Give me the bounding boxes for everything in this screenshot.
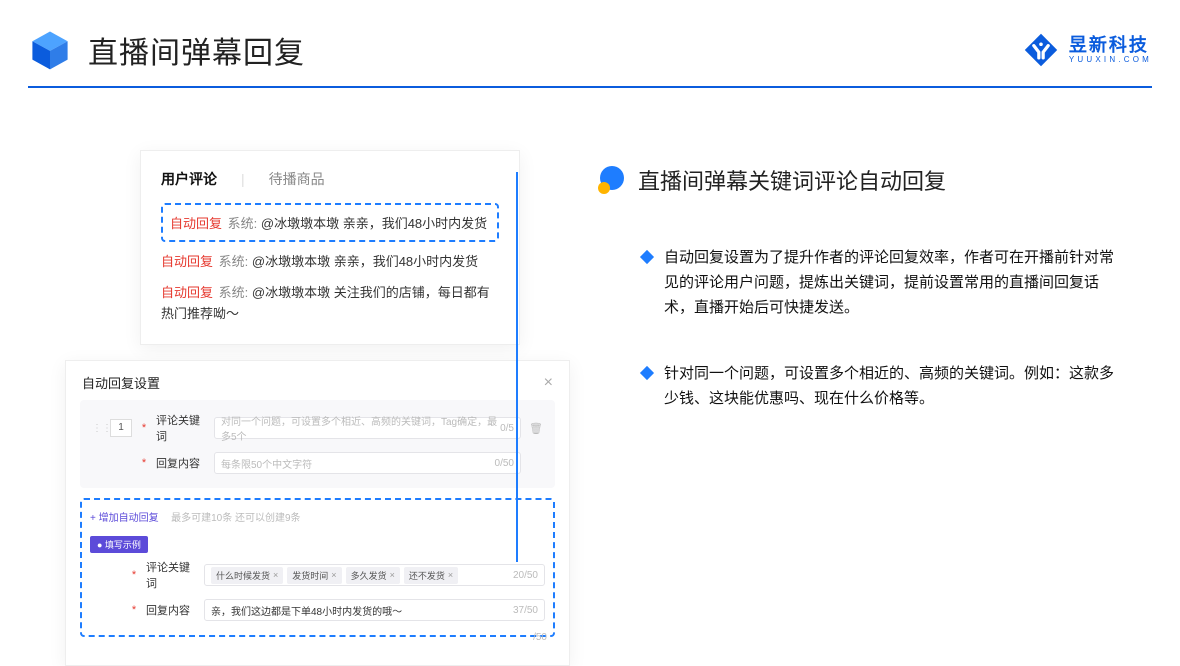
settings-title: 自动回复设置 [82,373,160,392]
add-auto-reply-link[interactable]: + 增加自动回复 [90,513,159,524]
cube-icon [28,28,72,72]
row-number: 1 [110,419,132,437]
content-counter: 0/50 [495,458,514,469]
example-box: + 增加自动回复 最多可建10条 还可以创建9条 ● 填写示例 * 评论关键词 … [80,498,555,637]
brand-name-cn: 昱新科技 [1069,36,1152,56]
auto-reply-tag: 自动回复 [170,216,222,231]
close-icon[interactable]: × [544,374,553,392]
add-hint: 最多可建10条 还可以创建9条 [171,513,300,524]
example-content-row: * 回复内容 亲，我们这边都是下单48小时内发货的哦～ 37/50 [90,599,545,621]
tab-user-comments[interactable]: 用户评论 [161,169,217,189]
example-content-counter: 37/50 [513,605,538,616]
connector-line-v [516,172,518,562]
keyword-input[interactable]: 对同一个问题，可设置多个相近、高频的关键词，Tag确定，最多5个 0/5 [214,417,521,439]
example-kw-counter: 20/50 [513,570,538,581]
reply-user: @冰墩墩本墩 [252,285,330,300]
bullet-2: 针对同一个问题，可设置多个相近的、高频的关键词。例如：这款多少钱、这块能优惠吗、… [598,362,1148,412]
auto-reply-tag: 自动回复 [161,254,213,269]
keyword-placeholder: 对同一个问题，可设置多个相近、高频的关键词，Tag确定，最多5个 [221,413,500,443]
example-content-input[interactable]: 亲，我们这边都是下单48小时内发货的哦～ 37/50 [204,599,545,621]
reply-msg: 亲亲，我们48小时内发货 [339,216,487,231]
brand-text: 昱新科技 YUUXIN.COM [1069,36,1152,65]
bullet-dot-icon [598,166,626,194]
tag-chip[interactable]: 还不发货× [404,567,458,584]
comments-panel: 用户评论 | 待播商品 自动回复 系统: @冰墩墩本墩 亲亲，我们48小时内发货… [140,150,520,345]
example-keyword-input[interactable]: 什么时候发货×发货时间× 多久发货×还不发货× 20/50 [204,564,545,586]
outside-counter: /50 [533,632,547,643]
settings-header: 自动回复设置 × [80,371,555,400]
highlighted-reply: 自动回复 系统: @冰墩墩本墩 亲亲，我们48小时内发货 [161,203,499,242]
required-star: * [140,422,148,434]
keyword-row: ⋮⋮ 1 * 评论关键词 对同一个问题，可设置多个相近、高频的关键词，Tag确定… [92,412,543,444]
settings-panel: 自动回复设置 × ⋮⋮ 1 * 评论关键词 对同一个问题，可设置多个相近、高频的… [65,360,570,666]
right-title: 直播间弹幕关键词评论自动回复 [638,164,946,196]
brand-name-en: YUUXIN.COM [1069,56,1152,65]
auto-reply-tag: 自动回复 [161,285,213,300]
reply-line-2: 自动回复 系统: @冰墩墩本墩 亲亲，我们48小时内发货 [161,252,499,273]
example-badge: ● 填写示例 [90,536,148,553]
content-label: 回复内容 [156,455,206,471]
reply-user: @冰墩墩本墩 [252,254,330,269]
system-tag: 系统: [219,254,249,269]
system-tag: 系统: [228,216,258,231]
brand-logo: 昱新科技 YUUXIN.COM [1023,32,1152,68]
right-heading: 直播间弹幕关键词评论自动回复 [598,164,1148,196]
bullet-2-text: 针对同一个问题，可设置多个相近的、高频的关键词。例如：这款多少钱、这块能优惠吗、… [664,362,1124,412]
example-content-text: 亲，我们这边都是下单48小时内发货的哦～ [211,603,402,618]
tag-chip[interactable]: 多久发货× [346,567,400,584]
content-row: * 回复内容 每条限50个中文字符 0/50 [92,452,543,474]
drag-handle-icon[interactable]: ⋮⋮ [92,423,102,434]
tag-chip[interactable]: 什么时候发货× [211,567,283,584]
header-divider [28,86,1152,88]
tag-chip[interactable]: 发货时间× [287,567,341,584]
header-left: 直播间弹幕回复 [28,28,305,72]
diamond-icon [640,250,654,264]
brand-icon [1023,32,1059,68]
left-illustration: 用户评论 | 待播商品 自动回复 系统: @冰墩墩本墩 亲亲，我们48小时内发货… [50,140,580,650]
example-keyword-row: * 评论关键词 什么时候发货×发货时间× 多久发货×还不发货× 20/50 [90,559,545,591]
bullet-1-text: 自动回复设置为了提升作者的评论回复效率，作者可在开播前针对常见的评论用户问题，提… [664,246,1124,320]
bullet-1: 自动回复设置为了提升作者的评论回复效率，作者可在开播前针对常见的评论用户问题，提… [598,246,1148,320]
trash-icon[interactable]: 🗑 [529,422,543,435]
required-star: * [130,569,138,581]
settings-body: ⋮⋮ 1 * 评论关键词 对同一个问题，可设置多个相近、高频的关键词，Tag确定… [80,400,555,488]
tab-separator: | [241,171,245,187]
page-header: 直播间弹幕回复 昱新科技 YUUXIN.COM [28,28,1152,72]
keyword-label: 评论关键词 [156,412,206,444]
reply-user: @冰墩墩本墩 [261,216,339,231]
content-label: 回复内容 [146,602,196,618]
keyword-label: 评论关键词 [146,559,196,591]
system-tag: 系统: [219,285,249,300]
required-star: * [140,457,148,469]
content-placeholder: 每条限50个中文字符 [221,456,312,471]
right-content: 直播间弹幕关键词评论自动回复 自动回复设置为了提升作者的评论回复效率，作者可在开… [598,164,1148,454]
reply-msg: 亲亲，我们48小时内发货 [330,254,478,269]
required-star: * [130,604,138,616]
example-tags: 什么时候发货×发货时间× 多久发货×还不发货× [211,567,462,584]
content-input[interactable]: 每条限50个中文字符 0/50 [214,452,521,474]
page-title: 直播间弹幕回复 [88,28,305,72]
keyword-counter: 0/5 [500,423,514,434]
tab-pending-products[interactable]: 待播商品 [269,169,325,189]
tab-row: 用户评论 | 待播商品 [161,169,499,189]
reply-line-3: 自动回复 系统: @冰墩墩本墩 关注我们的店铺，每日都有热门推荐呦～ [161,283,499,325]
diamond-icon [640,366,654,380]
